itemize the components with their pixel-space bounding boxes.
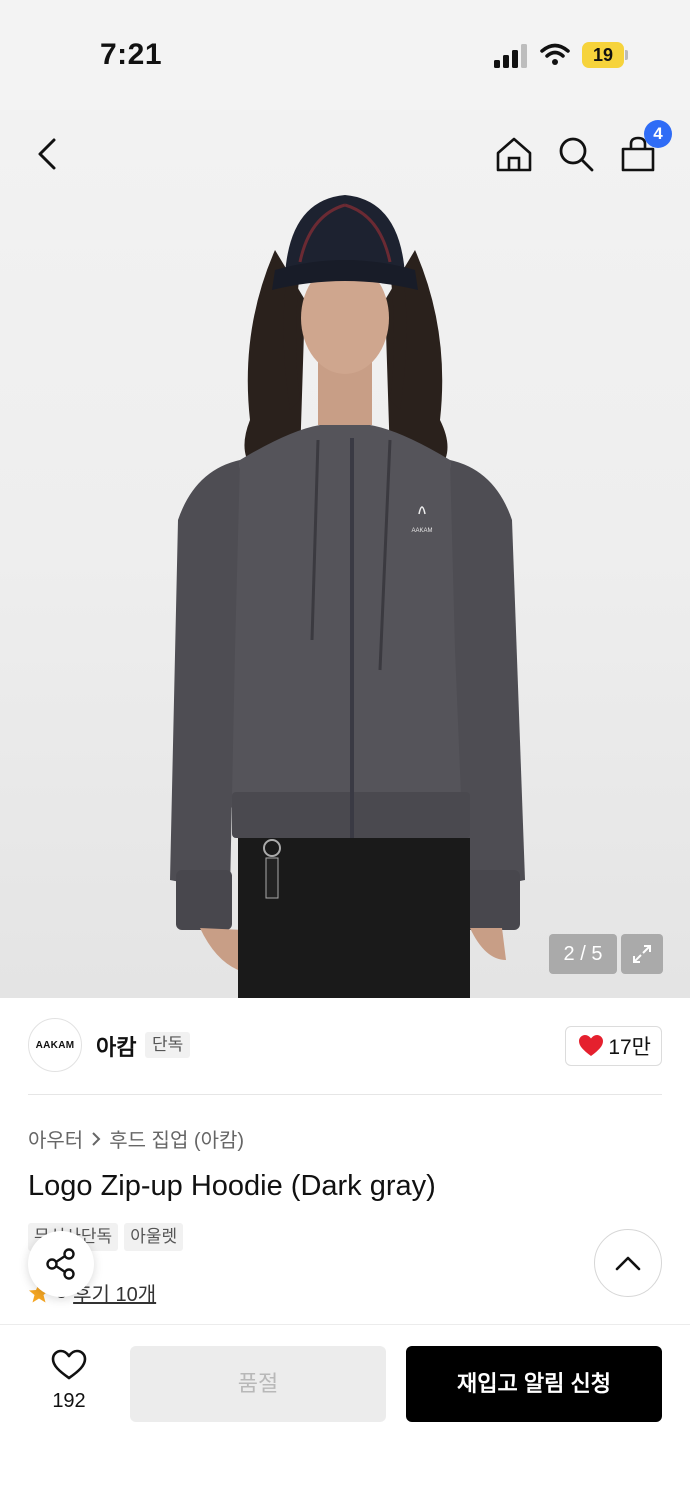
garment-logo: AAKAM [411, 528, 432, 534]
product-title: Logo Zip-up Hoodie (Dark gray) [28, 1170, 436, 1202]
heart-filled-icon [579, 1035, 604, 1056]
chevron-right-icon [92, 1131, 101, 1146]
chevron-up-icon [615, 1256, 641, 1271]
breadcrumb-category[interactable]: 아우터 [28, 1124, 83, 1153]
brand-like-count: 17만 [608, 1036, 651, 1059]
share-button[interactable] [28, 1231, 94, 1297]
wish-count: 192 [52, 1390, 86, 1412]
status-time: 7:21 [100, 38, 163, 71]
top-nav: 4 [0, 110, 690, 200]
battery-icon: 19 [582, 42, 628, 68]
back-button[interactable] [24, 130, 72, 178]
brand-row: AAKAM 아캄 단독 17만 [28, 1018, 662, 1074]
battery-level: 19 [582, 42, 624, 68]
restock-alert-button[interactable]: 재입고 알림 신청 [406, 1346, 662, 1422]
brand-exclusive-tag: 단독 [145, 1032, 191, 1058]
status-bar: 7:21 19 [0, 0, 690, 110]
heart-outline-icon [51, 1349, 87, 1380]
search-button[interactable] [552, 130, 600, 178]
brand-like-button[interactable]: 17만 [565, 1026, 662, 1066]
search-icon [559, 137, 594, 172]
cart-count-badge: 4 [644, 120, 672, 148]
bottom-action-bar: 192 품절 재입고 알림 신청 [0, 1324, 690, 1500]
soldout-button: 품절 [130, 1346, 386, 1422]
home-button[interactable] [490, 130, 538, 178]
wifi-icon [540, 43, 570, 65]
scroll-top-button[interactable] [594, 1229, 662, 1297]
tag-outlet: 아울렛 [124, 1223, 184, 1251]
expand-button[interactable] [621, 934, 663, 974]
cellular-signal-icon [494, 44, 527, 68]
divider [28, 1094, 662, 1095]
image-counter: 2 / 5 [549, 934, 617, 974]
brand-name[interactable]: 아캄 [96, 1030, 136, 1062]
breadcrumb-subcategory[interactable]: 후드 집업 (아캄) [109, 1124, 244, 1153]
back-icon [38, 138, 56, 170]
share-icon [46, 1248, 75, 1280]
breadcrumb: 아우터 후드 집업 (아캄) [28, 1124, 244, 1153]
wish-button[interactable]: 192 [38, 1349, 100, 1413]
expand-icon [633, 945, 651, 963]
home-icon [496, 137, 532, 172]
cart-button[interactable]: 4 [614, 120, 672, 178]
brand-logo[interactable]: AAKAM [28, 1018, 82, 1072]
